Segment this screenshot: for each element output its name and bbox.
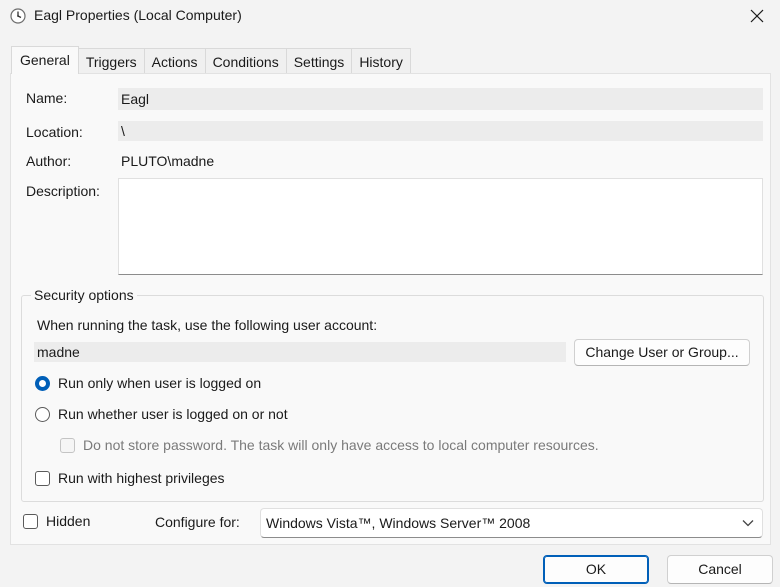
configure-for-dropdown[interactable]: Windows Vista™, Windows Server™ 2008	[260, 508, 763, 538]
title-bar: Eagl Properties (Local Computer)	[0, 0, 780, 34]
name-field[interactable]: Eagl	[118, 88, 763, 110]
tab-settings[interactable]: Settings	[286, 48, 353, 74]
chevron-down-icon	[742, 520, 754, 527]
highest-privileges-label[interactable]: Run with highest privileges	[58, 470, 225, 486]
location-label: Location:	[26, 124, 83, 140]
cancel-button[interactable]: Cancel	[667, 555, 773, 584]
radio-whether-logged-on-label[interactable]: Run whether user is logged on or not	[58, 406, 288, 422]
configure-for-label: Configure for:	[155, 514, 240, 530]
ok-button[interactable]: OK	[543, 555, 649, 584]
configure-for-value: Windows Vista™, Windows Server™ 2008	[266, 515, 531, 531]
general-panel: Name: Eagl Location: \ Author: PLUTO\mad…	[10, 73, 771, 545]
author-label: Author:	[26, 153, 72, 169]
author-value: PLUTO\madne	[121, 153, 215, 169]
radio-logged-on-label[interactable]: Run only when user is logged on	[58, 375, 261, 391]
tab-strip: General Triggers Actions Conditions Sett…	[11, 46, 411, 74]
hidden-label[interactable]: Hidden	[46, 513, 90, 529]
security-options-group: Security options When running the task, …	[21, 287, 764, 502]
highest-privileges-checkbox[interactable]	[35, 471, 50, 486]
tab-actions[interactable]: Actions	[144, 48, 206, 74]
description-label: Description:	[26, 183, 100, 199]
hidden-checkbox[interactable]	[23, 514, 38, 529]
close-button[interactable]	[734, 0, 780, 32]
change-user-button[interactable]: Change User or Group...	[574, 339, 750, 366]
account-prompt: When running the task, use the following…	[37, 317, 378, 333]
window-title: Eagl Properties (Local Computer)	[34, 7, 242, 23]
user-account-value: madne	[34, 342, 566, 362]
do-not-store-password-checkbox	[60, 438, 75, 453]
name-label: Name:	[26, 90, 68, 106]
tab-history[interactable]: History	[352, 48, 411, 74]
security-options-title: Security options	[31, 287, 137, 303]
radio-whether-logged-on[interactable]	[35, 407, 50, 422]
tab-conditions[interactable]: Conditions	[205, 48, 287, 74]
location-value: \	[118, 121, 763, 141]
task-scheduler-clock-icon	[10, 8, 26, 24]
do-not-store-password-label: Do not store password. The task will onl…	[83, 437, 599, 453]
tab-triggers[interactable]: Triggers	[78, 48, 145, 74]
tab-general[interactable]: General	[11, 46, 79, 74]
close-icon	[750, 9, 764, 23]
radio-logged-on[interactable]	[35, 376, 50, 391]
description-textarea[interactable]	[118, 178, 763, 275]
